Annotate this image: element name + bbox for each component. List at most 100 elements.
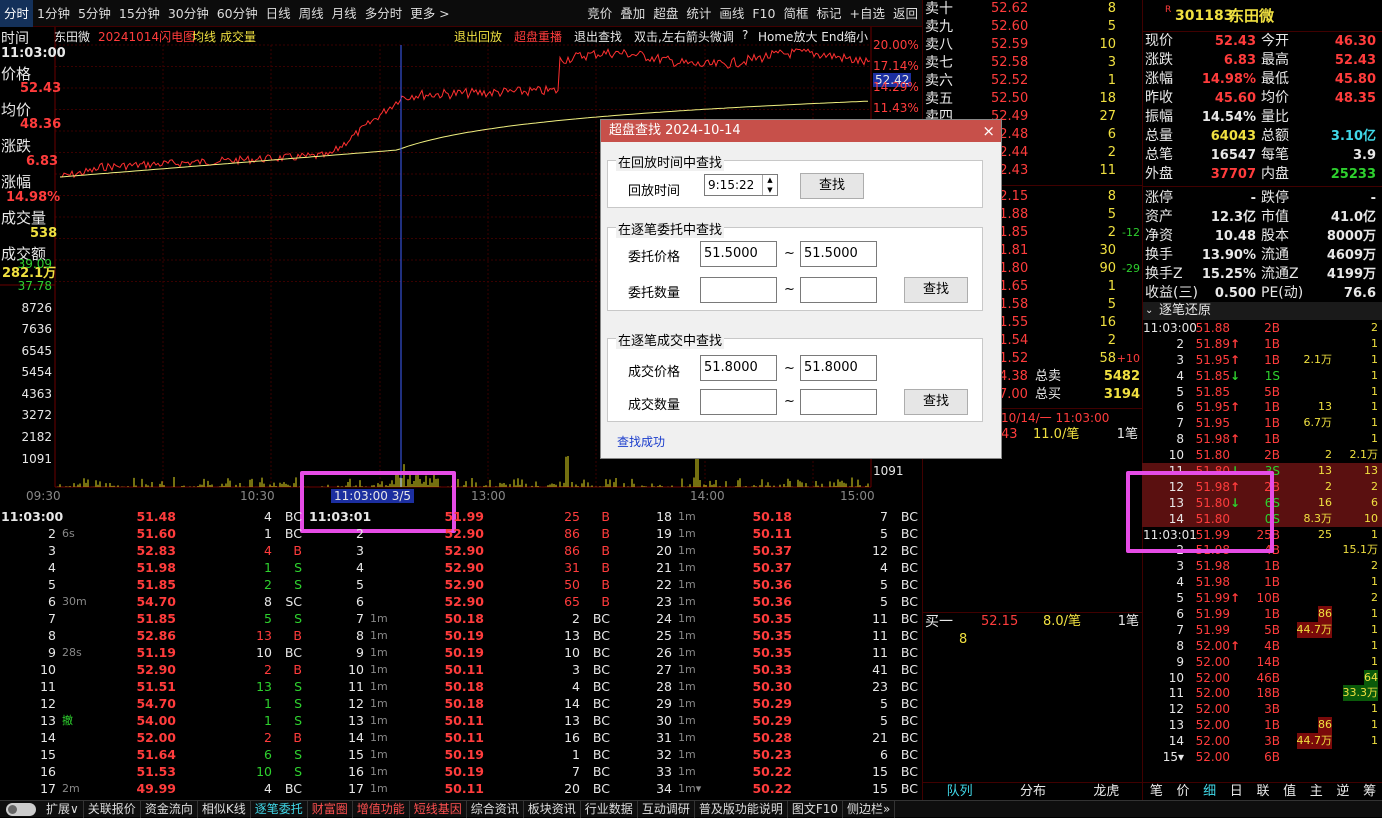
chevron-down-icon[interactable]: ⌄ <box>1145 302 1153 320</box>
trade-price: 52.90 <box>444 594 484 609</box>
period-tab-3[interactable]: 15分钟 <box>115 0 164 27</box>
tool-button-3[interactable]: 统计 <box>682 0 715 27</box>
order-qty-to[interactable] <box>800 277 877 303</box>
tool-button-7[interactable]: 标记 <box>812 0 845 27</box>
deal-qty-to[interactable] <box>800 389 877 415</box>
period-tab-8[interactable]: 月线 <box>328 0 361 27</box>
bottom-tab-0[interactable]: 扩展∨ <box>42 800 84 818</box>
period-tab-6[interactable]: 日线 <box>262 0 295 27</box>
table-row: 3 52.83 4 B <box>0 542 306 559</box>
replay-link[interactable]: 超盘重播 <box>514 28 562 45</box>
trade-volume: 23 <box>872 679 888 694</box>
book-tab-1[interactable]: 分布 <box>1020 783 1046 800</box>
tool-button-5[interactable]: F10 <box>748 0 779 27</box>
period-tab-9[interactable]: 多分时 <box>361 0 407 27</box>
trade-seq: 23 <box>656 594 672 609</box>
deal-price-to[interactable]: 51.8000 <box>800 355 877 381</box>
table-row: 10 1m 50.11 3 BC <box>308 661 614 678</box>
bottom-tab-4[interactable]: 逐笔委托 <box>251 800 308 818</box>
bid1-price: 52.15 <box>981 614 1019 629</box>
tick-seq: 5 <box>1176 384 1184 399</box>
tool-button-9[interactable]: 返回 <box>889 0 922 27</box>
bottom-tab-5[interactable]: 财富圈 <box>308 800 353 818</box>
period-tab-4[interactable]: 30分钟 <box>164 0 213 27</box>
info-value: 3.10亿 <box>1330 129 1376 144</box>
bottom-tab-9[interactable]: 板块资讯 <box>524 800 581 818</box>
trade-volume: 5 <box>880 594 888 609</box>
tick-seq: 12 <box>1168 702 1184 717</box>
bottom-tab-14[interactable]: 侧边栏» <box>843 800 896 818</box>
trade-price: 51.48 <box>136 509 176 524</box>
trade-interval: 1m <box>678 527 696 540</box>
trade-price: 50.36 <box>752 594 792 609</box>
table-row: 18 1m 50.18 7 BC <box>616 508 922 525</box>
left-axis-label: 4363 <box>21 387 52 401</box>
tick-vol: 46B <box>1256 670 1280 685</box>
tool-button-4[interactable]: 画线 <box>715 0 748 27</box>
bottom-tab-13[interactable]: 图文F10 <box>788 800 844 818</box>
period-tab-2[interactable]: 5分钟 <box>74 0 115 27</box>
period-tab-5[interactable]: 60分钟 <box>213 0 262 27</box>
find-deal-button[interactable]: 查找 <box>904 389 968 415</box>
tick-agg: 1 <box>1371 368 1378 382</box>
toggle-icon[interactable] <box>6 802 36 816</box>
period-tab-1[interactable]: 1分钟 <box>33 0 74 27</box>
info-label: 总量 <box>1145 128 1173 144</box>
trade-side: BC <box>592 611 610 626</box>
bottom-tab-10[interactable]: 行业数据 <box>581 800 638 818</box>
close-icon[interactable]: × <box>982 120 995 142</box>
exit-replay-link[interactable]: 退出回放 <box>454 28 502 45</box>
bottom-tab-3[interactable]: 相似K线 <box>198 800 251 818</box>
total-buy-value: 3194 <box>1103 387 1140 402</box>
period-tab-7[interactable]: 周线 <box>295 0 328 27</box>
bottom-tab-1[interactable]: 关联报价 <box>84 800 141 818</box>
tick-price: 51.80 <box>1195 448 1230 463</box>
trade-side: BC <box>900 781 918 796</box>
bottom-tab-12[interactable]: 普及版功能说明 <box>695 800 788 818</box>
period-tab-10[interactable]: 更多 > <box>406 0 453 27</box>
tool-button-1[interactable]: 叠加 <box>616 0 649 27</box>
bottom-tab-8[interactable]: 综合资讯 <box>467 800 524 818</box>
find-time-button[interactable]: 查找 <box>800 173 864 199</box>
info-label: 最高 <box>1261 52 1289 68</box>
trade-volume: 11 <box>872 645 888 660</box>
bottom-tab-11[interactable]: 互动调研 <box>638 800 695 818</box>
order-qty-from[interactable] <box>700 277 777 303</box>
book-tab-2[interactable]: 龙虎 <box>1093 783 1119 800</box>
tick-row: 2 51.89 ↑ 1B 1 <box>1142 336 1382 352</box>
help-icon[interactable]: ? <box>742 28 748 42</box>
period-tab-0[interactable]: 分时 <box>0 0 34 27</box>
trade-volume: 15 <box>872 764 888 779</box>
bottom-tab-7[interactable]: 短线基因 <box>410 800 467 818</box>
trade-price: 52.86 <box>136 628 176 643</box>
tool-button-8[interactable]: +自选 <box>846 0 889 27</box>
order-price-from[interactable]: 51.5000 <box>700 241 777 267</box>
tool-button-6[interactable]: 简框 <box>779 0 812 27</box>
spinner-arrows-icon[interactable]: ▲ ▼ <box>762 175 777 195</box>
tick-restore-panel[interactable]: 11:03:00 51.88 2B 2 2 51.89 ↑ 1B 1 3 51.95 ↑ 1B 2.1万 1… <box>1142 320 1382 800</box>
tick-row: 8 51.98 ↑ 1B 1 <box>1142 431 1382 447</box>
table-row: 11 51.51 13 S <box>0 678 306 695</box>
trade-price: 50.36 <box>752 577 792 592</box>
book-tab-0[interactable]: 队列 <box>947 783 973 800</box>
deal-qty-from[interactable] <box>700 389 777 415</box>
bottom-tab-2[interactable]: 资金流向 <box>141 800 198 818</box>
trade-price: 51.19 <box>136 645 176 660</box>
tool-button-2[interactable]: 超盘 <box>649 0 682 27</box>
trade-volume: 12 <box>872 543 888 558</box>
info-row: 总量 64043 总额 3.10亿 <box>1143 127 1382 146</box>
tool-button-0[interactable]: 竞价 <box>583 0 616 27</box>
trade-price: 50.19 <box>444 645 484 660</box>
tick-price: 51.89 <box>1195 336 1230 351</box>
find-order-button[interactable]: 查找 <box>904 277 968 303</box>
exit-find-link[interactable]: 退出查找 <box>574 28 622 45</box>
trade-seq: 21 <box>656 560 672 575</box>
trade-volume: 15 <box>872 781 888 796</box>
order-price-to[interactable]: 51.5000 <box>800 241 877 267</box>
bottom-tab-6[interactable]: 增值功能 <box>353 800 410 818</box>
info-label: 流通Z <box>1261 266 1299 282</box>
deal-price-from[interactable]: 51.8000 <box>700 355 777 381</box>
bid-volume: 5 <box>1107 297 1116 312</box>
replay-time-spinner[interactable]: 9:15:22 ▲ ▼ <box>704 174 778 196</box>
stock-header: R 301183 东田微 <box>1143 0 1382 32</box>
